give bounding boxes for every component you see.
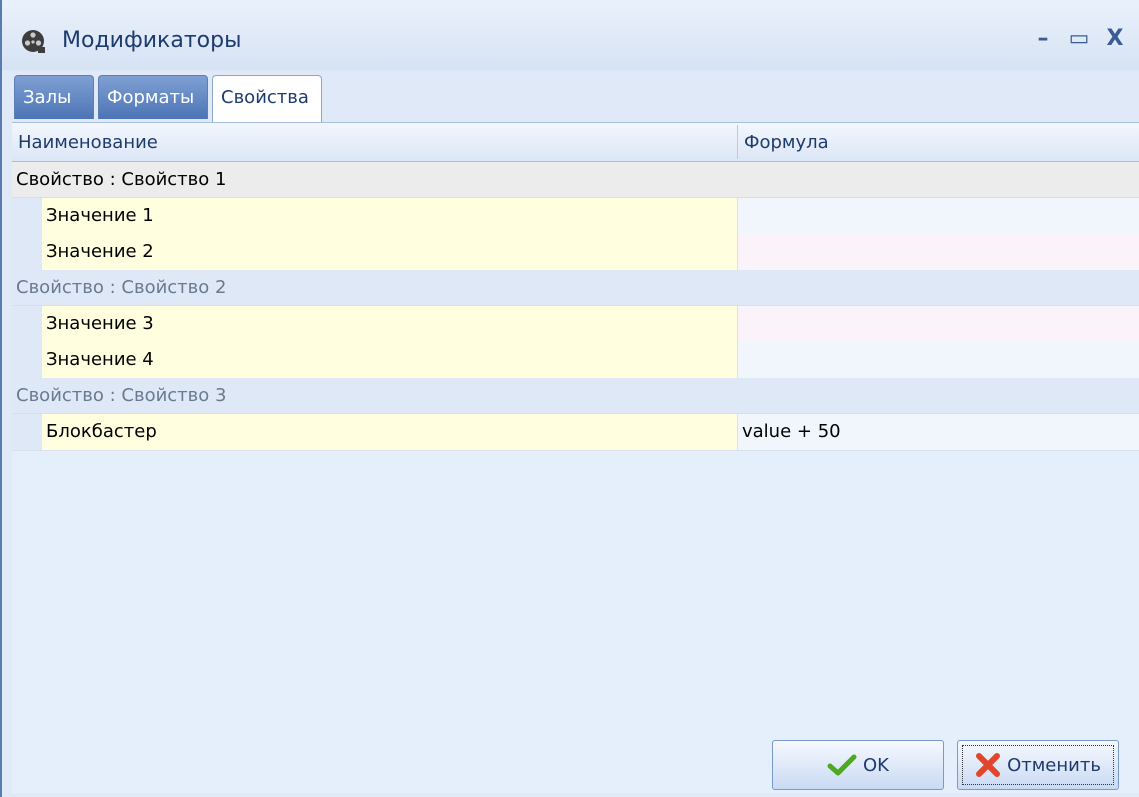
tab-formaty[interactable]: Форматы bbox=[98, 75, 208, 119]
row-indent bbox=[12, 414, 42, 450]
row-indent bbox=[12, 306, 42, 342]
cancel-button-label: Отменить bbox=[1007, 754, 1101, 776]
group-row[interactable]: Свойство : Свойство 2 bbox=[12, 270, 1139, 306]
cancel-button[interactable]: Отменить bbox=[957, 740, 1119, 790]
grid-header: Наименование Формула bbox=[12, 123, 1139, 162]
tab-zaly[interactable]: Залы bbox=[14, 75, 94, 119]
table-row[interactable]: Значение 1 bbox=[12, 198, 1139, 235]
column-header-formula[interactable]: Формула bbox=[738, 123, 1139, 161]
row-indent bbox=[12, 234, 42, 270]
cross-icon bbox=[976, 753, 1001, 777]
tab-svoystva[interactable]: Свойства bbox=[212, 75, 322, 123]
maximize-button[interactable]: ▭ bbox=[1064, 24, 1094, 54]
formula-cell[interactable] bbox=[738, 198, 1139, 234]
ok-button[interactable]: OK bbox=[772, 740, 944, 790]
name-cell[interactable]: Значение 3 bbox=[42, 306, 738, 342]
ok-button-content: OK bbox=[777, 745, 939, 785]
cancel-button-content: Отменить bbox=[962, 745, 1114, 785]
group-row[interactable]: Свойство : Свойство 3 bbox=[12, 378, 1139, 414]
formula-cell[interactable]: value + 50 bbox=[738, 414, 1139, 450]
name-cell[interactable]: Значение 1 bbox=[42, 198, 738, 234]
formula-cell[interactable] bbox=[738, 234, 1139, 270]
checkmark-icon bbox=[827, 754, 857, 776]
table-row[interactable]: Значение 2 bbox=[12, 234, 1139, 271]
name-cell[interactable]: Блокбастер bbox=[42, 414, 738, 450]
table-row[interactable]: Значение 4 bbox=[12, 342, 1139, 379]
window-title: Модификаторы bbox=[62, 28, 242, 53]
name-cell[interactable]: Значение 2 bbox=[42, 234, 738, 270]
close-button[interactable]: X bbox=[1100, 24, 1130, 54]
group-row[interactable]: Свойство : Свойство 1 bbox=[12, 162, 1139, 198]
film-reel-icon bbox=[22, 30, 45, 53]
formula-cell[interactable] bbox=[738, 342, 1139, 378]
title-bar[interactable]: Модификаторы – ▭ X bbox=[2, 0, 1139, 70]
formula-cell[interactable] bbox=[738, 306, 1139, 342]
row-indent bbox=[12, 198, 42, 234]
name-cell[interactable]: Значение 4 bbox=[42, 342, 738, 378]
ok-button-label: OK bbox=[863, 754, 889, 776]
modifiers-dialog: Модификаторы – ▭ X Залы Форматы Свойства… bbox=[0, 0, 1139, 797]
table-row[interactable]: Значение 3 bbox=[12, 306, 1139, 343]
column-header-name[interactable]: Наименование bbox=[12, 123, 737, 161]
table-row[interactable]: Блокбастер value + 50 bbox=[12, 414, 1139, 451]
minimize-button[interactable]: – bbox=[1028, 24, 1058, 54]
row-indent bbox=[12, 342, 42, 378]
properties-grid: Наименование Формула Свойство : Свойство… bbox=[12, 122, 1139, 793]
